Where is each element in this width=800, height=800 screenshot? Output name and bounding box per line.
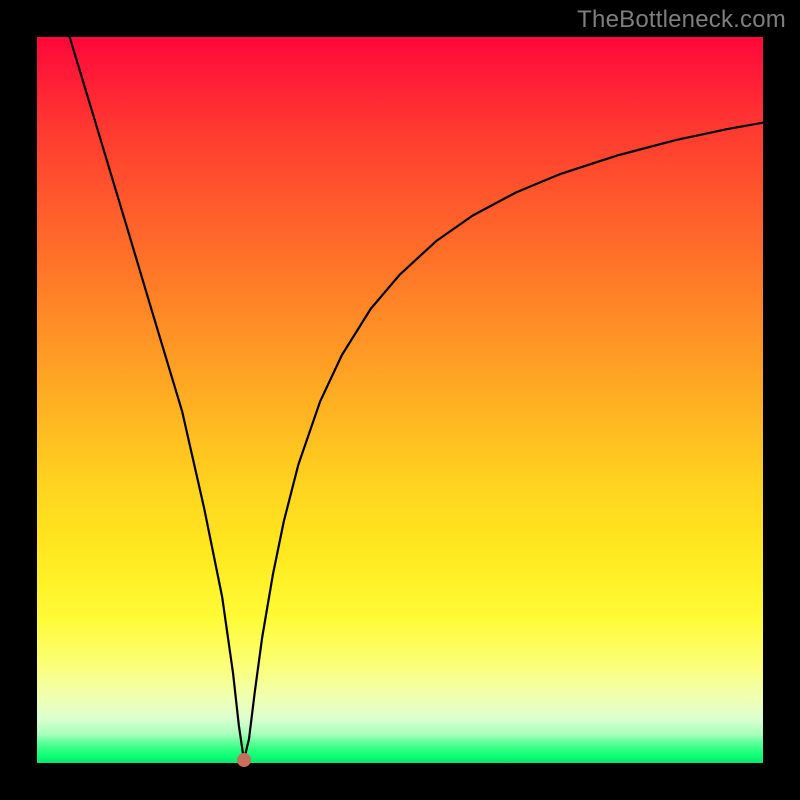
plot-area bbox=[37, 37, 763, 763]
curve-min-marker bbox=[237, 753, 251, 767]
bottleneck-curve bbox=[37, 37, 763, 763]
chart-frame: TheBottleneck.com bbox=[0, 0, 800, 800]
watermark-text: TheBottleneck.com bbox=[577, 6, 786, 34]
